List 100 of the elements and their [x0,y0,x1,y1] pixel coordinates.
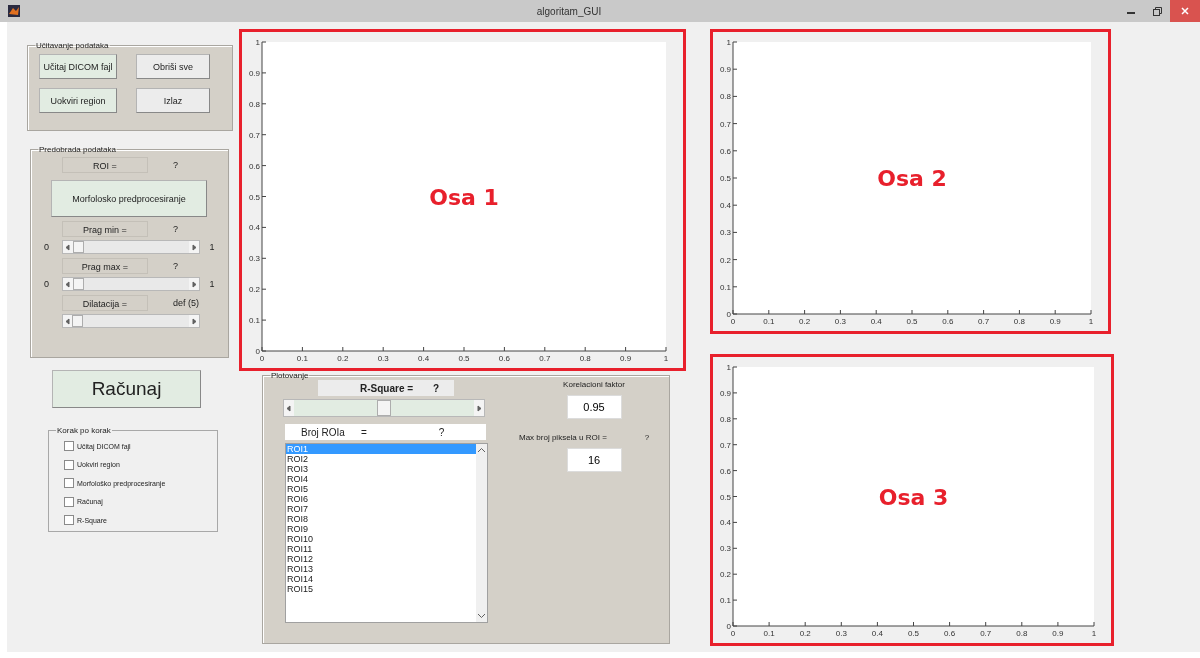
tick-label: 0 [726,310,731,319]
tick-label: 0.5 [458,354,470,363]
label: Prag max = [62,258,148,274]
list-item[interactable]: ROI2 [286,454,476,464]
tick-label: 0.5 [248,192,260,202]
tick-label: 1 [726,38,731,47]
list-item[interactable]: ROI7 [286,504,476,514]
button[interactable]: Uokviri region [39,88,117,113]
compute-button[interactable]: Računaj [52,370,201,408]
tick-label: 0.4 [870,317,882,326]
checkbox[interactable] [64,441,74,452]
list-item[interactable]: ROI12 [286,554,476,564]
right-arrow-icon [474,403,484,413]
tick-label: 0.7 [978,317,990,326]
right-arrow-icon [189,279,199,289]
slider[interactable] [62,277,200,291]
checkbox[interactable] [64,459,74,470]
value-text: ? [433,382,440,394]
app-icon [8,5,20,17]
list-item[interactable]: ROI9 [286,524,476,534]
tick-label: 0.3 [377,354,389,363]
tick-label: 0.1 [296,354,308,363]
input-field[interactable]: 0.95 [566,395,622,419]
value-text: ? [438,426,445,438]
tick-label: 0.5 [719,492,731,502]
list-item[interactable]: ROI5 [286,484,476,494]
tick-label: 0.7 [719,440,731,450]
list-item[interactable]: ROI13 [286,564,476,574]
label: Korelacioni faktor [563,380,625,389]
panel-title: Predobrada podataka [38,145,117,154]
tick-label: 0.4 [871,629,883,638]
slider[interactable] [283,399,485,417]
list-item[interactable]: ROI4 [286,474,476,484]
left-arrow-icon [284,403,294,413]
tick-label: 0.7 [539,354,551,363]
checkbox[interactable] [64,515,74,526]
checkbox[interactable] [64,478,74,489]
tick-label: 1 [1088,317,1094,326]
tick-label: 0.8 [1013,317,1025,326]
tick-label: 0.8 [248,99,260,109]
axes-label: Osa 1 [429,184,499,210]
tick-label: 0.1 [248,316,260,326]
tick-label: 0.1 [763,629,775,638]
equals-text: = [360,426,367,438]
tick-label: 0.2 [248,285,260,295]
tick-label: 0.2 [719,255,731,265]
button[interactable]: Izlaz [136,88,210,113]
list-item[interactable]: ROI15 [286,584,476,594]
tick-label: 0.6 [498,354,510,363]
value-text: def (5) [173,298,199,308]
list-box[interactable]: ROI1 ROI2 ROI3 ROI4 ROI5 ROI6 ROI7 ROI8 ROI9 ROI10 ROI11 ROI12 ROI13 ROI14 ROI15 [285,443,488,623]
checkbox[interactable] [64,496,74,507]
value-text: ? [173,224,178,234]
tick-label: 0.1 [763,317,775,326]
tick-label: 0.7 [248,130,260,140]
min-label: 0 [43,279,50,289]
max-label: 1 [208,279,216,289]
tick-label: 0.5 [906,317,918,326]
tick-label: 0.4 [248,223,260,233]
tick-label: 0.3 [719,544,731,554]
tick-label: 0.6 [942,317,954,326]
tick-label: 0 [726,622,731,631]
list-item[interactable]: ROI6 [286,494,476,504]
slider-thumb[interactable] [73,278,85,290]
slider-thumb[interactable] [377,400,391,416]
tick-label: 0.7 [719,119,731,129]
tick-label: 0.8 [719,414,731,424]
tick-label: 0 [259,354,265,363]
min-label: 0 [43,242,50,252]
label-text: R-Square = [360,382,414,394]
tick-label: 0.5 [719,174,731,183]
tick-label: 0.4 [719,518,731,528]
tick-label: 0.3 [835,629,847,638]
slider-thumb[interactable] [72,315,84,327]
slider[interactable] [62,314,200,328]
tick-label: 0.5 [907,629,920,638]
list-item[interactable]: ROI8 [286,514,476,524]
input-field[interactable]: 16 [566,448,622,472]
tick-label: 0.9 [719,388,731,398]
scrollbar[interactable] [476,444,487,622]
list-item[interactable]: ROI14 [286,574,476,584]
list-item[interactable]: ROI3 [286,464,476,474]
tick-label: 0.8 [719,92,731,102]
list-item[interactable]: ROI10 [286,534,476,544]
button[interactable]: Morfolosko predprocesiranje [51,180,207,217]
tick-label: 0.8 [579,354,591,363]
tick-label: 0.7 [980,629,992,638]
list-item[interactable]: ROI11 [286,544,476,554]
value-text: ? [173,160,178,170]
tick-label: 0.4 [719,201,731,211]
button[interactable]: Obriši sve [136,54,210,79]
tick-label: 0.2 [719,570,731,580]
slider-thumb[interactable] [73,241,85,253]
button[interactable]: Učitaj DICOM fajl [39,54,117,79]
slider[interactable] [62,240,200,254]
tick-label: 1 [726,363,731,372]
tick-label: 0 [730,317,736,326]
tick-label: 0.9 [1049,317,1061,326]
tick-label: 0.6 [719,466,731,476]
tick-label: 0.2 [799,629,811,638]
